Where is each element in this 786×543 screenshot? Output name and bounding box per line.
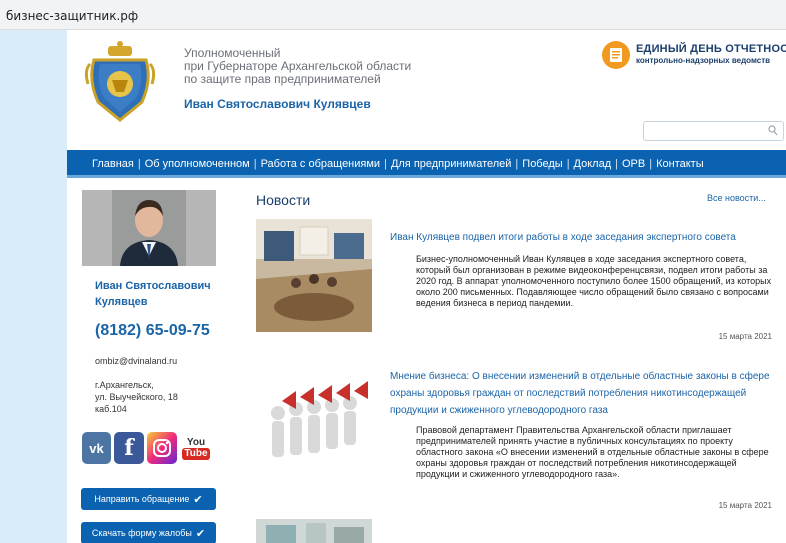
nav-item-contacts[interactable]: Контакты <box>656 158 704 170</box>
news-item-date: 15 марта 2021 <box>718 332 772 341</box>
nav-separator: | <box>649 158 653 170</box>
main-nav: Главная | Об уполномоченном | Работа с о… <box>67 150 786 178</box>
vk-icon[interactable]: vk <box>82 432 111 464</box>
instagram-glyph-icon <box>153 439 171 457</box>
news-item-date: 15 марта 2021 <box>718 501 772 510</box>
person-name-line-1: Иван Святославович <box>95 280 211 292</box>
nav-separator: | <box>615 158 618 170</box>
browser-address-bar[interactable]: бизнес-защитник.рф <box>0 0 786 30</box>
search-icon[interactable] <box>768 125 778 137</box>
person-photo[interactable] <box>82 190 216 266</box>
nav-separator: | <box>515 158 519 170</box>
news-item-text: Правовой департамент Правительства Архан… <box>416 425 769 479</box>
news-thumbnail[interactable] <box>256 219 372 332</box>
nav-separator: | <box>384 158 387 170</box>
youtube-label-top: You <box>186 436 206 448</box>
nav-item-victories[interactable]: Победы <box>522 158 562 170</box>
youtube-icon[interactable]: You Tube <box>180 432 212 464</box>
edo-subtitle[interactable]: контрольно-надзорных ведомств <box>636 56 770 65</box>
download-complaint-form-button[interactable]: Скачать форму жалобы ✔ <box>81 522 216 543</box>
news-item-title[interactable]: Иван Кулявцев подвел итоги работы в ходе… <box>390 229 780 246</box>
url-text[interactable]: бизнес-защитник.рф <box>6 9 138 23</box>
nav-separator: | <box>566 158 570 170</box>
megaphone-people-icon <box>256 369 372 477</box>
left-gutter <box>0 30 67 543</box>
org-line-3: по защите прав предпринимателей <box>184 72 381 86</box>
email-link[interactable]: ombiz@dvinaland.ru <box>95 356 177 366</box>
youtube-label-bottom: Tube <box>182 447 210 460</box>
person-name-line-2: Кулявцев <box>95 296 148 308</box>
address-line-3: каб.104 <box>95 404 127 414</box>
person-portrait-icon <box>82 190 216 266</box>
download-complaint-label: Скачать форму жалобы <box>91 528 192 538</box>
check-icon: ✔ <box>193 493 203 506</box>
news-item-text: Бизнес-уполномоченный Иван Кулявцев в хо… <box>416 254 772 308</box>
address-line-2: ул. Выучейского, 18 <box>95 392 178 402</box>
edo-title[interactable]: ЕДИНЫЙ ДЕНЬ ОТЧЕТНОСТИ <box>636 43 786 55</box>
org-person-name[interactable]: Иван Святославович Кулявцев <box>184 97 371 111</box>
send-appeal-button[interactable]: Направить обращение ✔ <box>81 488 216 510</box>
send-appeal-label: Направить обращение <box>94 494 190 504</box>
nav-separator: | <box>137 158 141 170</box>
nav-item-appeals[interactable]: Работа с обращениями <box>261 158 381 170</box>
nav-item-report[interactable]: Доклад <box>574 158 612 170</box>
social-links: vk f You Tube <box>82 432 212 464</box>
news-thumbnail[interactable] <box>256 519 372 543</box>
nav-item-home[interactable]: Главная <box>92 158 134 170</box>
check-icon: ✔ <box>195 527 206 540</box>
nav-item-entrepreneurs[interactable]: Для предпринимателей <box>391 158 511 170</box>
nav-item-about[interactable]: Об уполномоченном <box>145 158 250 170</box>
address-line-1: г.Архангельск, <box>95 380 154 390</box>
phone-number[interactable]: (8182) 65-09-75 <box>95 322 210 340</box>
edo-logo-icon[interactable] <box>602 41 630 69</box>
meeting-photo-icon <box>256 219 372 332</box>
news-thumbnail[interactable] <box>256 369 372 477</box>
person-name[interactable]: Иван Святославович Кулявцев <box>95 278 211 310</box>
search-input[interactable] <box>643 121 784 141</box>
coat-of-arms-icon[interactable] <box>84 40 156 122</box>
nav-separator: | <box>253 158 257 170</box>
facebook-icon[interactable]: f <box>114 432 144 464</box>
instagram-icon[interactable] <box>147 432 177 464</box>
all-news-link[interactable]: Все новости... <box>707 193 766 203</box>
address: г.Архангельск, ул. Выучейского, 18 каб.1… <box>95 379 178 415</box>
org-title: Уполномоченный при Губернаторе Архангель… <box>184 47 411 86</box>
news-heading: Новости <box>256 192 311 208</box>
news-item-title[interactable]: Мнение бизнеса: О внесении изменений в о… <box>390 368 780 419</box>
news-photo-icon <box>256 519 372 543</box>
nav-item-orv[interactable]: ОРВ <box>622 158 645 170</box>
